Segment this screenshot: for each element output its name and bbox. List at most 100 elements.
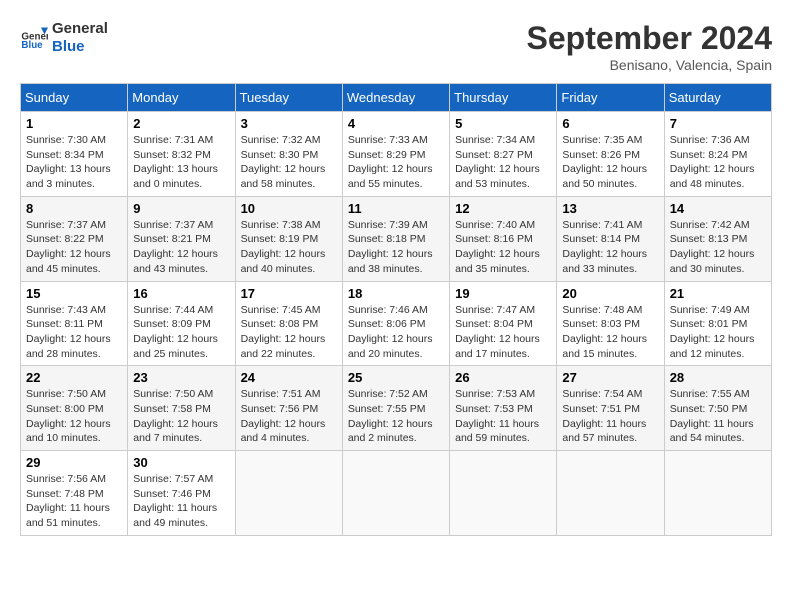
day-info: Sunrise: 7:54 AM Sunset: 7:51 PM Dayligh… (562, 387, 658, 446)
day-info: Sunrise: 7:38 AM Sunset: 8:19 PM Dayligh… (241, 218, 337, 277)
day-info: Sunrise: 7:53 AM Sunset: 7:53 PM Dayligh… (455, 387, 551, 446)
day-number: 13 (562, 201, 658, 216)
day-info: Sunrise: 7:49 AM Sunset: 8:01 PM Dayligh… (670, 303, 766, 362)
day-number: 30 (133, 455, 229, 470)
day-info: Sunrise: 7:47 AM Sunset: 8:04 PM Dayligh… (455, 303, 551, 362)
calendar-cell: 8 Sunrise: 7:37 AM Sunset: 8:22 PM Dayli… (21, 196, 128, 281)
calendar-cell: 11 Sunrise: 7:39 AM Sunset: 8:18 PM Dayl… (342, 196, 449, 281)
calendar-cell (342, 451, 449, 536)
calendar-week-4: 22 Sunrise: 7:50 AM Sunset: 8:00 PM Dayl… (21, 366, 772, 451)
day-info: Sunrise: 7:35 AM Sunset: 8:26 PM Dayligh… (562, 133, 658, 192)
logo-icon: General Blue (20, 24, 48, 52)
month-title: September 2024 (527, 20, 772, 57)
day-info: Sunrise: 7:50 AM Sunset: 8:00 PM Dayligh… (26, 387, 122, 446)
calendar-cell: 18 Sunrise: 7:46 AM Sunset: 8:06 PM Dayl… (342, 281, 449, 366)
day-info: Sunrise: 7:48 AM Sunset: 8:03 PM Dayligh… (562, 303, 658, 362)
day-info: Sunrise: 7:36 AM Sunset: 8:24 PM Dayligh… (670, 133, 766, 192)
calendar-cell: 26 Sunrise: 7:53 AM Sunset: 7:53 PM Dayl… (450, 366, 557, 451)
day-info: Sunrise: 7:31 AM Sunset: 8:32 PM Dayligh… (133, 133, 229, 192)
calendar-header-row: SundayMondayTuesdayWednesdayThursdayFrid… (21, 84, 772, 112)
day-info: Sunrise: 7:52 AM Sunset: 7:55 PM Dayligh… (348, 387, 444, 446)
day-number: 14 (670, 201, 766, 216)
calendar-cell: 19 Sunrise: 7:47 AM Sunset: 8:04 PM Dayl… (450, 281, 557, 366)
day-number: 11 (348, 201, 444, 216)
day-number: 18 (348, 286, 444, 301)
day-number: 26 (455, 370, 551, 385)
day-info: Sunrise: 7:50 AM Sunset: 7:58 PM Dayligh… (133, 387, 229, 446)
calendar-cell: 22 Sunrise: 7:50 AM Sunset: 8:00 PM Dayl… (21, 366, 128, 451)
day-info: Sunrise: 7:40 AM Sunset: 8:16 PM Dayligh… (455, 218, 551, 277)
calendar-week-1: 1 Sunrise: 7:30 AM Sunset: 8:34 PM Dayli… (21, 112, 772, 197)
calendar-cell: 16 Sunrise: 7:44 AM Sunset: 8:09 PM Dayl… (128, 281, 235, 366)
logo-general-text: General (52, 20, 108, 38)
day-info: Sunrise: 7:44 AM Sunset: 8:09 PM Dayligh… (133, 303, 229, 362)
day-number: 1 (26, 116, 122, 131)
weekday-header-wednesday: Wednesday (342, 84, 449, 112)
logo: General Blue General Blue (20, 20, 108, 56)
day-number: 27 (562, 370, 658, 385)
day-number: 28 (670, 370, 766, 385)
day-number: 23 (133, 370, 229, 385)
calendar-cell (557, 451, 664, 536)
day-info: Sunrise: 7:32 AM Sunset: 8:30 PM Dayligh… (241, 133, 337, 192)
day-info: Sunrise: 7:56 AM Sunset: 7:48 PM Dayligh… (26, 472, 122, 531)
calendar-cell: 6 Sunrise: 7:35 AM Sunset: 8:26 PM Dayli… (557, 112, 664, 197)
day-info: Sunrise: 7:33 AM Sunset: 8:29 PM Dayligh… (348, 133, 444, 192)
calendar-cell: 12 Sunrise: 7:40 AM Sunset: 8:16 PM Dayl… (450, 196, 557, 281)
location-subtitle: Benisano, Valencia, Spain (527, 57, 772, 73)
weekday-header-tuesday: Tuesday (235, 84, 342, 112)
calendar-cell: 4 Sunrise: 7:33 AM Sunset: 8:29 PM Dayli… (342, 112, 449, 197)
calendar-cell (235, 451, 342, 536)
day-number: 12 (455, 201, 551, 216)
calendar-cell: 25 Sunrise: 7:52 AM Sunset: 7:55 PM Dayl… (342, 366, 449, 451)
day-info: Sunrise: 7:51 AM Sunset: 7:56 PM Dayligh… (241, 387, 337, 446)
calendar-week-2: 8 Sunrise: 7:37 AM Sunset: 8:22 PM Dayli… (21, 196, 772, 281)
day-info: Sunrise: 7:43 AM Sunset: 8:11 PM Dayligh… (26, 303, 122, 362)
day-info: Sunrise: 7:45 AM Sunset: 8:08 PM Dayligh… (241, 303, 337, 362)
day-number: 22 (26, 370, 122, 385)
day-info: Sunrise: 7:41 AM Sunset: 8:14 PM Dayligh… (562, 218, 658, 277)
day-info: Sunrise: 7:30 AM Sunset: 8:34 PM Dayligh… (26, 133, 122, 192)
calendar-table: SundayMondayTuesdayWednesdayThursdayFrid… (20, 83, 772, 536)
svg-text:Blue: Blue (21, 40, 43, 51)
calendar-cell: 10 Sunrise: 7:38 AM Sunset: 8:19 PM Dayl… (235, 196, 342, 281)
weekday-header-sunday: Sunday (21, 84, 128, 112)
calendar-cell: 30 Sunrise: 7:57 AM Sunset: 7:46 PM Dayl… (128, 451, 235, 536)
calendar-cell: 24 Sunrise: 7:51 AM Sunset: 7:56 PM Dayl… (235, 366, 342, 451)
calendar-cell: 29 Sunrise: 7:56 AM Sunset: 7:48 PM Dayl… (21, 451, 128, 536)
weekday-header-friday: Friday (557, 84, 664, 112)
day-number: 29 (26, 455, 122, 470)
calendar-week-5: 29 Sunrise: 7:56 AM Sunset: 7:48 PM Dayl… (21, 451, 772, 536)
day-number: 3 (241, 116, 337, 131)
weekday-header-saturday: Saturday (664, 84, 771, 112)
calendar-cell: 9 Sunrise: 7:37 AM Sunset: 8:21 PM Dayli… (128, 196, 235, 281)
calendar-cell: 13 Sunrise: 7:41 AM Sunset: 8:14 PM Dayl… (557, 196, 664, 281)
calendar-cell: 2 Sunrise: 7:31 AM Sunset: 8:32 PM Dayli… (128, 112, 235, 197)
day-number: 10 (241, 201, 337, 216)
day-info: Sunrise: 7:37 AM Sunset: 8:21 PM Dayligh… (133, 218, 229, 277)
day-number: 4 (348, 116, 444, 131)
calendar-cell: 7 Sunrise: 7:36 AM Sunset: 8:24 PM Dayli… (664, 112, 771, 197)
day-number: 8 (26, 201, 122, 216)
calendar-cell: 3 Sunrise: 7:32 AM Sunset: 8:30 PM Dayli… (235, 112, 342, 197)
weekday-header-monday: Monday (128, 84, 235, 112)
day-number: 2 (133, 116, 229, 131)
day-info: Sunrise: 7:55 AM Sunset: 7:50 PM Dayligh… (670, 387, 766, 446)
day-info: Sunrise: 7:39 AM Sunset: 8:18 PM Dayligh… (348, 218, 444, 277)
calendar-cell: 27 Sunrise: 7:54 AM Sunset: 7:51 PM Dayl… (557, 366, 664, 451)
day-info: Sunrise: 7:57 AM Sunset: 7:46 PM Dayligh… (133, 472, 229, 531)
calendar-week-3: 15 Sunrise: 7:43 AM Sunset: 8:11 PM Dayl… (21, 281, 772, 366)
weekday-header-thursday: Thursday (450, 84, 557, 112)
calendar-cell: 5 Sunrise: 7:34 AM Sunset: 8:27 PM Dayli… (450, 112, 557, 197)
calendar-cell: 20 Sunrise: 7:48 AM Sunset: 8:03 PM Dayl… (557, 281, 664, 366)
logo-blue-text: Blue (52, 38, 108, 56)
calendar-cell: 1 Sunrise: 7:30 AM Sunset: 8:34 PM Dayli… (21, 112, 128, 197)
day-number: 19 (455, 286, 551, 301)
calendar-cell: 17 Sunrise: 7:45 AM Sunset: 8:08 PM Dayl… (235, 281, 342, 366)
day-info: Sunrise: 7:46 AM Sunset: 8:06 PM Dayligh… (348, 303, 444, 362)
page-header: General Blue General Blue September 2024… (20, 20, 772, 73)
day-info: Sunrise: 7:37 AM Sunset: 8:22 PM Dayligh… (26, 218, 122, 277)
day-number: 5 (455, 116, 551, 131)
day-number: 25 (348, 370, 444, 385)
calendar-cell: 23 Sunrise: 7:50 AM Sunset: 7:58 PM Dayl… (128, 366, 235, 451)
